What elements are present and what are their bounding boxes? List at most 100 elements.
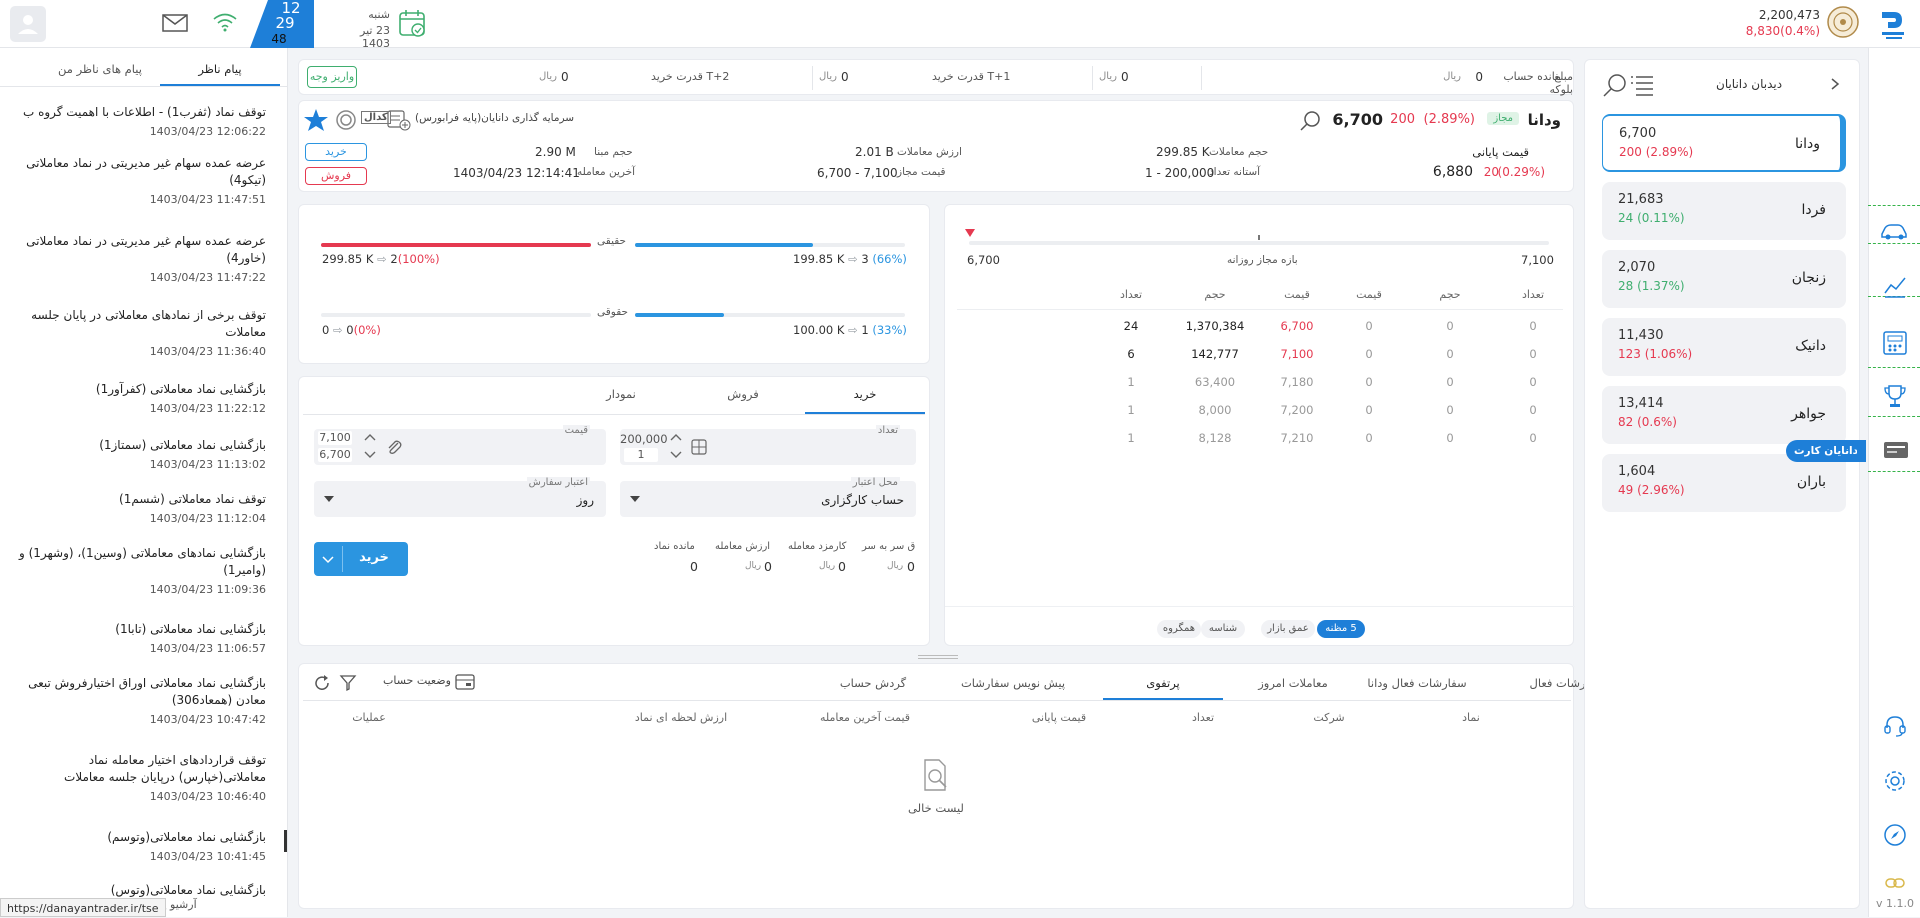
tab-order-sell[interactable]: فروش (683, 387, 803, 401)
fee-label: کارمزد معامله (788, 541, 847, 552)
legal-buy-count: 1 (861, 323, 869, 337)
danayan-card-icon[interactable] (1883, 441, 1909, 459)
value-value: 2.01 B (855, 145, 894, 159)
calendar-icon[interactable] (398, 9, 428, 39)
real-sell-volume: 299.85 K (322, 252, 374, 266)
quantity-down-icon[interactable] (670, 451, 682, 459)
list-item[interactable]: بازگشایی نماد معاملاتی (سمتاز1) 1403/04/2… (8, 437, 266, 473)
watchlist-item[interactable]: دانیک 11,430 123 (1.06%) (1602, 318, 1846, 376)
list-item[interactable]: بازگشایی نماد معاملاتی(وتوس) (8, 882, 266, 899)
list-item[interactable]: بازگشایی نمادهای معاملاتی (وسین1)، (وشهر… (8, 545, 266, 598)
legal-sell-bar-track (321, 313, 591, 317)
account-status-label[interactable]: وضعیت حساب (383, 674, 451, 687)
quantity-field[interactable]: تعداد 200,000 1 (620, 425, 916, 465)
table-header: تعداد (1191, 711, 1215, 724)
quick-sell-button[interactable]: فروش (305, 167, 367, 185)
settings-gear-icon[interactable] (1883, 769, 1907, 793)
trade-value-value: 0 (764, 559, 772, 574)
tooltip-arrow-icon (1857, 445, 1865, 457)
list-item[interactable]: بازگشایی نماد معاملاتی اوراق اختیارفروش … (8, 675, 266, 728)
watchlist-item[interactable]: زنجان 2,070 28 (1.37%) (1602, 250, 1846, 308)
list-item[interactable]: بازگشایی نماد معاملاتی (کفرآور1) 1403/04/… (8, 381, 266, 417)
legal-label: حقوقی (597, 306, 628, 318)
credit-source-select[interactable]: محل اعتبار حساب کارگزاری (620, 477, 916, 517)
list-item[interactable]: بازگشایی نماد معاملاتی (تابا1) 1403/04/23… (8, 621, 266, 657)
legal-sell-stats: 0 ⇨ 0(0%) (322, 323, 381, 337)
remain-label: مانده نماد (654, 541, 695, 552)
account-status-icon[interactable] (455, 673, 475, 691)
quantity-up-icon[interactable] (670, 433, 682, 441)
watchlist-item[interactable]: جواهر 13,414 82 (0.6%) (1602, 386, 1846, 444)
message-text: توقف برخی از نمادهای معاملاتی در پایان ج… (31, 308, 266, 339)
tsetmc-icon[interactable] (335, 109, 357, 131)
chevron-down-icon[interactable] (324, 496, 334, 502)
price-min-chip[interactable]: 6,700 (318, 448, 352, 462)
orderbook-cell: 8,000 (1198, 403, 1232, 417)
filter-icon[interactable] (339, 674, 357, 692)
deposit-button[interactable]: واریز وجه (307, 66, 357, 88)
calculator-grid-icon[interactable] (1883, 331, 1907, 355)
list-item[interactable]: عرضه عمده سهام غیر مدیریتی در نماد معامل… (8, 155, 266, 208)
car-icon[interactable] (1880, 222, 1908, 240)
list-item[interactable]: توقف نماد معاملاتی (شسم1) 1403/04/23 11:1… (8, 491, 266, 527)
list-item[interactable]: عرضه عمده سهام غیر مدیریتی در نماد معامل… (8, 233, 266, 286)
tab-5-quote[interactable]: 5 مظنه (1317, 620, 1365, 638)
list-item[interactable]: بازگشایی نماد معاملاتی(وتوسم) 1403/04/23 … (8, 829, 266, 865)
danayan-logo-icon[interactable] (1876, 8, 1908, 42)
orderbook-tab[interactable]: شناسه (1201, 620, 1245, 638)
tab-my-messages[interactable]: پیام های ناظر من (40, 62, 160, 76)
order-validity-select[interactable]: اعتبار سفارش روز (314, 477, 606, 517)
table-header: نماد (1462, 711, 1480, 724)
refresh-icon[interactable] (313, 674, 331, 692)
price-down-icon[interactable] (364, 451, 376, 459)
guide-line (1868, 367, 1920, 368)
price-label: قیمت (562, 425, 590, 436)
favorite-star-icon[interactable] (303, 107, 329, 133)
price-max-chip[interactable]: 7,100 (318, 431, 352, 445)
real-sell-count: 2 (390, 252, 398, 266)
compass-icon[interactable] (1883, 823, 1907, 847)
trophy-icon[interactable] (1883, 383, 1907, 409)
search-icon[interactable] (1602, 72, 1628, 98)
watchlist-item[interactable]: ودانا 6,700 200 (2.89%) (1602, 114, 1846, 172)
splitter-handle[interactable] (918, 655, 958, 659)
support-headset-icon[interactable] (1883, 714, 1907, 738)
chart-growth-icon[interactable] (1883, 275, 1907, 299)
watchlist-item[interactable]: باران 1,604 49 (2.96%) (1602, 454, 1846, 512)
list-item[interactable]: توقف قراردادهای اختیار معامله نماد معامل… (8, 752, 266, 805)
tab-1[interactable]: سفارشات فعال ودانا (1357, 676, 1477, 690)
price-field[interactable]: قیمت 7,100 6,700 (314, 425, 606, 465)
orderbook-tab[interactable]: همگروه (1157, 620, 1201, 638)
symbol-change-pct: (2.89%) (1423, 112, 1475, 127)
search-icon[interactable] (1299, 109, 1323, 133)
codal-icon[interactable]: کدال (361, 111, 391, 124)
watchlist-price: 6,700 (1619, 126, 1657, 141)
tab-5[interactable]: گردش حساب (813, 676, 933, 690)
tab-supervisor-messages[interactable]: پیام ناظر (160, 62, 280, 76)
mail-icon[interactable] (162, 14, 188, 32)
price-up-icon[interactable] (364, 433, 376, 441)
watchlist-change: 49 (2.96%) (1618, 483, 1685, 497)
orderbook-tab[interactable]: عمق بازار (1261, 620, 1315, 638)
order-options-chevron-icon[interactable] (322, 556, 334, 564)
tab-3[interactable]: پرتفوی (1103, 676, 1223, 690)
watchlist-item[interactable]: فردا 21,683 24 (0.11%) (1602, 182, 1846, 240)
list-item[interactable]: توقف نماد (ثفرب1) - اطلاعات با اهمیت گرو… (8, 104, 266, 140)
tab-order-buy[interactable]: خرید (805, 387, 925, 401)
tab-2[interactable]: معاملات امروز (1233, 676, 1353, 690)
attach-icon[interactable] (386, 439, 402, 455)
chevron-right-icon[interactable] (1830, 78, 1840, 90)
list-item[interactable]: توقف برخی از نمادهای معاملاتی در پایان ج… (8, 307, 266, 360)
list-view-icon[interactable] (1630, 74, 1654, 96)
chevron-down-icon[interactable] (630, 496, 640, 502)
quick-buy-button[interactable]: خرید (305, 143, 367, 161)
submit-order-button[interactable]: خرید (314, 542, 408, 576)
legal-buy-pct: (33%) (872, 323, 907, 337)
orderbook-cell: 0 (1529, 375, 1537, 389)
calculator-icon[interactable] (691, 439, 707, 455)
avatar[interactable] (10, 6, 46, 42)
watchlist-title[interactable]: دیدبان دانایان (1716, 77, 1782, 91)
tab-4[interactable]: پیش نویس سفارشات (953, 676, 1073, 690)
panel-resize-handle[interactable] (284, 830, 287, 852)
tab-order-chart[interactable]: نمودار (561, 387, 681, 401)
